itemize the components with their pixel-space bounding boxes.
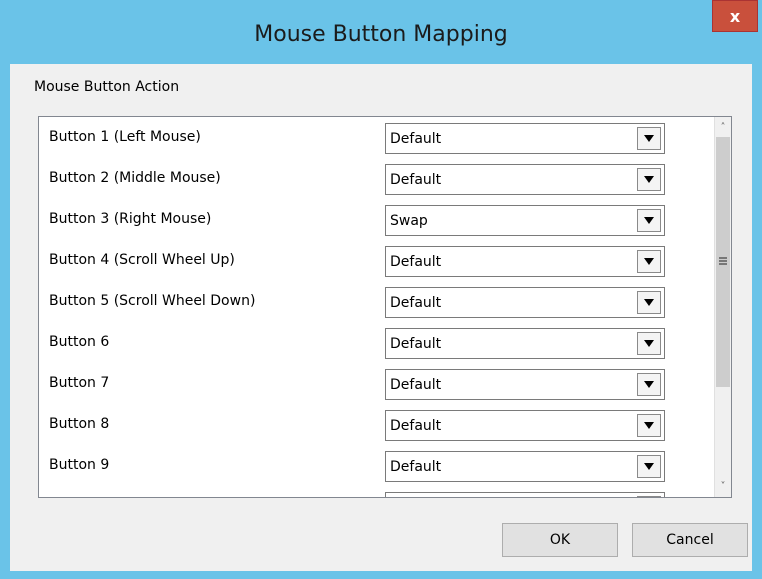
action-select[interactable]: Default	[385, 410, 665, 441]
action-select-value: Default	[390, 418, 442, 434]
dropdown-button[interactable]	[637, 496, 661, 497]
chevron-down-icon	[644, 258, 654, 265]
action-select-value: Default	[390, 254, 442, 270]
dropdown-button[interactable]	[637, 209, 661, 232]
mapping-row: Button 3 (Right Mouse) Swap	[39, 199, 719, 240]
chevron-down-icon	[644, 217, 654, 224]
cancel-button[interactable]: Cancel	[632, 523, 748, 557]
chevron-down-icon	[644, 381, 654, 388]
button-label: Button 2 (Middle Mouse)	[49, 170, 221, 186]
chevron-down-icon	[644, 340, 654, 347]
scroll-thumb[interactable]	[716, 137, 730, 387]
dropdown-button[interactable]	[637, 250, 661, 273]
action-select-value: Default	[390, 459, 442, 475]
action-select-value: Default	[390, 172, 442, 188]
ok-button[interactable]: OK	[502, 523, 618, 557]
action-select[interactable]: Default	[385, 369, 665, 400]
action-select[interactable]: Default	[385, 246, 665, 277]
action-select[interactable]: Swap	[385, 205, 665, 236]
action-select[interactable]	[385, 492, 665, 497]
mapping-row	[39, 486, 719, 497]
dropdown-button[interactable]	[637, 332, 661, 355]
action-select[interactable]: Default	[385, 451, 665, 482]
window-title: Mouse Button Mapping	[254, 22, 508, 47]
mapping-list: Button 1 (Left Mouse) Default Button 2 (Mi…	[38, 116, 732, 498]
mapping-row: Button 9 Default	[39, 445, 719, 486]
mouse-button-mapping-dialog: Mouse Button Mapping x Mouse Button Acti…	[0, 0, 762, 579]
action-select-value: Default	[390, 336, 442, 352]
button-label: Button 1 (Left Mouse)	[49, 129, 201, 145]
button-label: Button 7	[49, 375, 110, 391]
button-label: Button 5 (Scroll Wheel Down)	[49, 293, 256, 309]
chevron-down-icon	[644, 463, 654, 470]
mapping-row: Button 6 Default	[39, 322, 719, 363]
button-label: Button 9	[49, 457, 110, 473]
button-label: Button 3 (Right Mouse)	[49, 211, 212, 227]
action-select[interactable]: Default	[385, 123, 665, 154]
chevron-down-icon	[644, 299, 654, 306]
action-select-value: Swap	[390, 213, 428, 229]
close-button[interactable]: x	[712, 0, 758, 32]
mapping-row: Button 2 (Middle Mouse) Default	[39, 158, 719, 199]
dropdown-button[interactable]	[637, 414, 661, 437]
group-label: Mouse Button Action	[34, 79, 180, 95]
chevron-down-icon	[644, 176, 654, 183]
action-select-value: Default	[390, 131, 442, 147]
scroll-up-button[interactable]: ˄	[715, 119, 731, 136]
button-label: Button 6	[49, 334, 110, 350]
action-select-value: Default	[390, 295, 442, 311]
action-select[interactable]: Default	[385, 287, 665, 318]
mapping-row: Button 8 Default	[39, 404, 719, 445]
dropdown-button[interactable]	[637, 455, 661, 478]
mapping-row: Button 7 Default	[39, 363, 719, 404]
dropdown-button[interactable]	[637, 168, 661, 191]
dropdown-button[interactable]	[637, 373, 661, 396]
chevron-down-icon	[644, 135, 654, 142]
action-select[interactable]: Default	[385, 164, 665, 195]
dropdown-button[interactable]	[637, 127, 661, 150]
chevron-down-icon	[644, 422, 654, 429]
action-select[interactable]: Default	[385, 328, 665, 359]
button-label: Button 8	[49, 416, 110, 432]
action-select-value: Default	[390, 377, 442, 393]
mapping-row: Button 1 (Left Mouse) Default	[39, 117, 719, 158]
button-label: Button 4 (Scroll Wheel Up)	[49, 252, 235, 268]
thumb-grip-line	[719, 260, 727, 262]
scroll-down-button[interactable]: ˅	[715, 478, 731, 495]
vertical-scrollbar[interactable]: ˄ ˅	[714, 117, 731, 497]
title-bar[interactable]: Mouse Button Mapping x	[0, 0, 762, 64]
dropdown-button[interactable]	[637, 291, 661, 314]
dialog-body: Mouse Button Action Button 1 (Left Mouse…	[10, 64, 752, 571]
mapping-row: Button 5 (Scroll Wheel Down) Default	[39, 281, 719, 322]
mapping-row: Button 4 (Scroll Wheel Up) Default	[39, 240, 719, 281]
